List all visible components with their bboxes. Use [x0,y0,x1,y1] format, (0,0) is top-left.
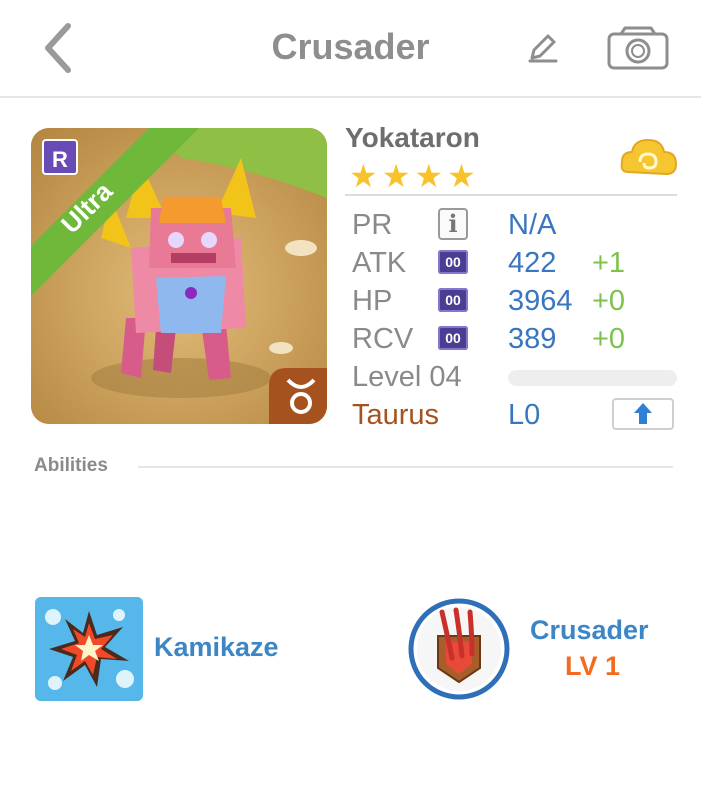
claw-shield-icon[interactable] [408,598,510,700]
stat-value-rcv: 389 [508,323,557,355]
divider [138,466,673,468]
camera-icon[interactable] [607,26,669,70]
cloud-icon [620,138,678,176]
stat-label-hp: HP [352,285,393,317]
stat-row-sign: Taurus L0 [352,397,682,433]
stat-value-hp: 3964 [508,285,573,317]
stat-value-atk: 422 [508,247,557,279]
zodiac-level: L0 [508,399,541,431]
stat-label-rcv: RCV [352,323,414,355]
stat-row-level: Level 04 [352,359,682,395]
monster-name: Yokataron [345,122,480,153]
stat-label-atk: ATK [352,247,407,279]
stat-value-pr: N/A [508,209,557,241]
monster-artwork: Ultra R [31,128,327,424]
stat-row-hp: HP 00 3964 +0 [352,283,682,319]
upgrade-button[interactable] [612,398,674,430]
nav-bar: Crusader [0,0,701,98]
arrow-up-icon [634,403,652,424]
stat-bonus-atk: +1 [592,247,626,279]
stat-bonus-rcv: +0 [592,323,626,355]
section-heading: Abilities [34,455,108,476]
stat-label-pr: PR [352,209,393,241]
leader-skill-level: LV 1 [565,651,621,681]
divider [345,194,677,196]
explosion-icon [35,597,143,701]
stat-bonus-hp: +0 [592,285,626,317]
info-icon[interactable]: i [438,208,468,240]
monster-portrait[interactable]: Ultra R [31,128,327,424]
plus-badge: 00 [438,326,468,350]
xp-bar [508,370,677,386]
stat-row-atk: ATK 00 422 +1 [352,245,682,281]
page-title: Crusader [271,26,430,67]
active-skill-icon[interactable] [35,597,143,701]
star-rating: ★★★★ [349,158,480,194]
pencil-icon[interactable] [526,30,560,64]
level-label: Level 04 [352,361,462,393]
rarity-badge: R [52,147,68,172]
zodiac-label: Taurus [352,399,440,431]
active-skill-name[interactable]: Kamikaze [154,632,279,663]
stat-row-pr: PR i N/A [352,207,682,243]
plus-badge: 00 [438,250,468,274]
plus-badge: 00 [438,288,468,312]
leader-skill-name[interactable]: Crusader [530,615,649,646]
stat-row-rcv: RCV 00 389 +0 [352,321,682,357]
